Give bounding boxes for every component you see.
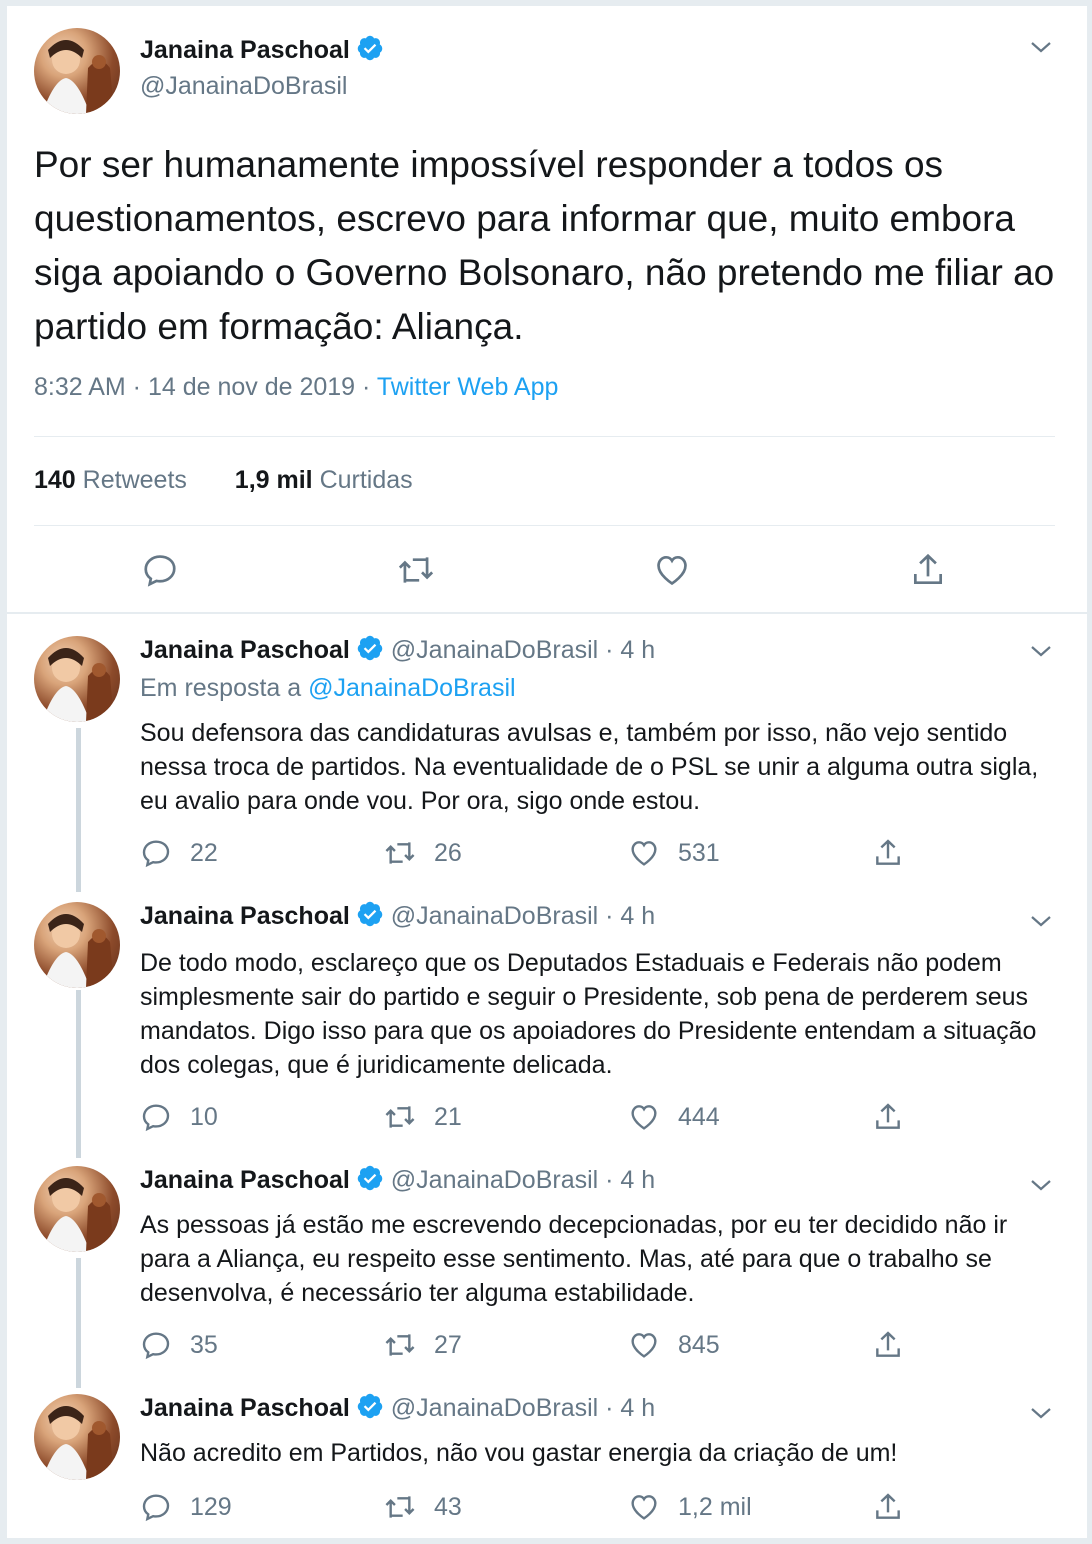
reply-tweet[interactable]: Janaina Paschoal @JanainaDoBrasil · 4 h …: [7, 634, 1087, 868]
retweet-icon: [384, 1491, 416, 1523]
reply-icon: [140, 1491, 172, 1523]
mention-link[interactable]: @JanainaDoBrasil: [308, 674, 515, 702]
divider: [34, 525, 1055, 526]
share-icon[interactable]: [909, 551, 947, 589]
reply-icon[interactable]: [141, 551, 179, 589]
like-button[interactable]: 1,2 mil: [628, 1490, 752, 1524]
share-button[interactable]: [872, 1328, 922, 1362]
share-icon: [872, 837, 904, 869]
divider: [34, 436, 1055, 437]
share-icon: [872, 1491, 904, 1523]
in-reply-to: Em resposta a @JanainaDoBrasil: [140, 674, 516, 702]
tweet-header: Janaina Paschoal @JanainaDoBrasil · 4 h: [140, 1392, 655, 1428]
avatar[interactable]: [34, 28, 120, 114]
tweet-actions: 129 43 1,2 mil: [140, 1490, 960, 1524]
retweet-icon: [384, 1101, 416, 1133]
like-button[interactable]: 531: [628, 836, 720, 870]
retweet-button[interactable]: 26: [384, 836, 462, 870]
author-name[interactable]: Janaina Paschoal: [140, 1166, 350, 1194]
avatar[interactable]: [34, 1166, 120, 1252]
retweet-icon: [384, 1329, 416, 1361]
reply-icon: [140, 1101, 172, 1133]
share-button[interactable]: [872, 836, 922, 870]
tweet-timestamp: 8:32 AM · 14 de nov de 2019 · Twitter We…: [34, 373, 558, 402]
tweet-actions: 10 21 444: [140, 1100, 960, 1134]
reply-icon: [140, 837, 172, 869]
reply-icon: [140, 1329, 172, 1361]
timestamp[interactable]: 8:32 AM · 14 de nov de 2019 ·: [34, 373, 377, 401]
share-button[interactable]: [872, 1490, 922, 1524]
avatar[interactable]: [34, 636, 120, 722]
verified-badge-icon: [356, 900, 384, 936]
avatar[interactable]: [34, 902, 120, 988]
tweet-text: Não acredito em Partidos, não vou gastar…: [140, 1439, 898, 1467]
timestamp[interactable]: · 4 h: [605, 902, 655, 930]
chevron-down-icon[interactable]: [1030, 40, 1052, 54]
chevron-down-icon[interactable]: [1030, 914, 1052, 928]
timestamp[interactable]: · 4 h: [605, 636, 655, 664]
avatar[interactable]: [34, 1394, 120, 1480]
reply-button[interactable]: 129: [140, 1490, 232, 1524]
tweet-text: De todo modo, esclareço que os Deputados…: [140, 949, 1037, 1079]
author-name[interactable]: Janaina Paschoal: [140, 636, 350, 664]
retweet-button[interactable]: 43: [384, 1490, 462, 1524]
author-handle[interactable]: @JanainaDoBrasil: [391, 902, 598, 930]
timestamp[interactable]: · 4 h: [605, 1166, 655, 1194]
tweet-header: Janaina Paschoal @JanainaDoBrasil · 4 h: [140, 900, 655, 936]
verified-badge-icon: [356, 1392, 384, 1428]
reply-tweet[interactable]: Janaina Paschoal @JanainaDoBrasil · 4 h …: [7, 1164, 1087, 1364]
author-name[interactable]: Janaina Paschoal: [140, 34, 384, 69]
chevron-down-icon[interactable]: [1030, 644, 1052, 658]
likes-stat[interactable]: 1,9 mil Curtidas: [235, 466, 413, 494]
tweet-actions: 22 26 531: [140, 836, 960, 870]
tweet-text: Sou defensora das candidaturas avulsas e…: [140, 719, 1039, 815]
author-handle[interactable]: @JanainaDoBrasil: [391, 1394, 598, 1422]
chevron-down-icon[interactable]: [1030, 1178, 1052, 1192]
tweet-text: Por ser humanamente impossível responder…: [34, 144, 1055, 347]
like-icon: [628, 837, 660, 869]
share-icon: [872, 1329, 904, 1361]
author-handle[interactable]: @JanainaDoBrasil: [140, 72, 347, 101]
like-icon: [628, 1101, 660, 1133]
timestamp[interactable]: · 4 h: [605, 1394, 655, 1422]
tweet-text: As pessoas já estão me escrevendo decepc…: [140, 1211, 1008, 1307]
verified-badge-icon: [356, 1164, 384, 1200]
author-handle[interactable]: @JanainaDoBrasil: [391, 636, 598, 664]
like-icon: [628, 1491, 660, 1523]
verified-badge-icon: [356, 34, 384, 69]
retweet-icon: [384, 837, 416, 869]
tweet-stats: 140 Retweets 1,9 mil Curtidas: [34, 466, 413, 495]
author-handle[interactable]: @JanainaDoBrasil: [391, 1166, 598, 1194]
chevron-down-icon[interactable]: [1030, 1406, 1052, 1420]
divider: [7, 612, 1087, 614]
tweet-header: Janaina Paschoal @JanainaDoBrasil · 4 h: [140, 634, 655, 670]
share-button[interactable]: [872, 1100, 922, 1134]
retweet-button[interactable]: 21: [384, 1100, 462, 1134]
reply-button[interactable]: 35: [140, 1328, 218, 1362]
verified-badge-icon: [356, 634, 384, 670]
author-name[interactable]: Janaina Paschoal: [140, 1394, 350, 1422]
tweet-thread-card: Janaina Paschoal @JanainaDoBrasil Por se…: [6, 6, 1088, 1538]
author-name[interactable]: Janaina Paschoal: [140, 902, 350, 930]
retweet-icon[interactable]: [397, 551, 435, 589]
source-link[interactable]: Twitter Web App: [377, 373, 559, 401]
retweet-button[interactable]: 27: [384, 1328, 462, 1362]
reply-tweet[interactable]: Janaina Paschoal @JanainaDoBrasil · 4 h …: [7, 1392, 1087, 1538]
share-icon: [872, 1101, 904, 1133]
like-button[interactable]: 845: [628, 1328, 720, 1362]
reply-button[interactable]: 10: [140, 1100, 218, 1134]
tweet-actions: 35 27 845: [140, 1328, 960, 1362]
like-icon: [628, 1329, 660, 1361]
like-button[interactable]: 444: [628, 1100, 720, 1134]
tweet-header: Janaina Paschoal @JanainaDoBrasil · 4 h: [140, 1164, 655, 1200]
like-icon[interactable]: [653, 551, 691, 589]
reply-button[interactable]: 22: [140, 836, 218, 870]
retweets-stat[interactable]: 140 Retweets: [34, 466, 187, 494]
reply-tweet[interactable]: Janaina Paschoal @JanainaDoBrasil · 4 h …: [7, 900, 1087, 1132]
